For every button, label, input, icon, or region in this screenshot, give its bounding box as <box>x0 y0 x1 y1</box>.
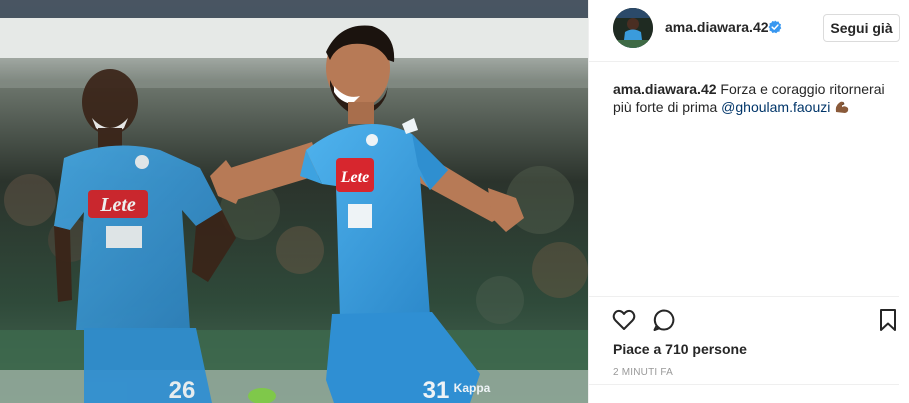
bookmark-icon[interactable] <box>875 307 901 333</box>
likes-count[interactable]: Piace a 710 persone <box>613 341 747 357</box>
heart-icon[interactable] <box>611 307 637 333</box>
left-player-number: 26 <box>169 377 196 403</box>
left-sponsor: Lete <box>99 194 136 216</box>
kit-brand: Kappa <box>454 381 491 395</box>
divider <box>589 384 899 385</box>
comment-icon[interactable] <box>651 307 677 333</box>
photo-image: Lete 26 Lete 31 Kappa <box>0 0 588 403</box>
right-player-number: 31 <box>423 377 450 403</box>
caption-username[interactable]: ama.diawara.42 <box>613 81 717 97</box>
avatar[interactable] <box>613 8 653 48</box>
post-caption: ama.diawara.42 Forza e coraggio ritorner… <box>613 80 893 116</box>
post-header: ama.diawara.42 Segui già <box>589 0 900 62</box>
post-side-panel: ama.diawara.42 Segui già ama.diawara.42 … <box>588 0 909 403</box>
flexed-biceps-icon <box>834 100 850 114</box>
post-username[interactable]: ama.diawara.42 <box>665 19 769 35</box>
post-photo[interactable]: Lete 26 Lete 31 Kappa <box>0 0 588 403</box>
right-sponsor: Lete <box>340 169 369 186</box>
follow-button[interactable]: Segui già <box>823 14 900 42</box>
post-actions: Piace a 710 persone 2 MINUTI FA <box>589 296 899 386</box>
verified-badge-icon <box>768 20 782 34</box>
post-timestamp[interactable]: 2 MINUTI FA <box>613 367 673 378</box>
caption-mention[interactable]: @ghoulam.faouzi <box>721 99 830 115</box>
